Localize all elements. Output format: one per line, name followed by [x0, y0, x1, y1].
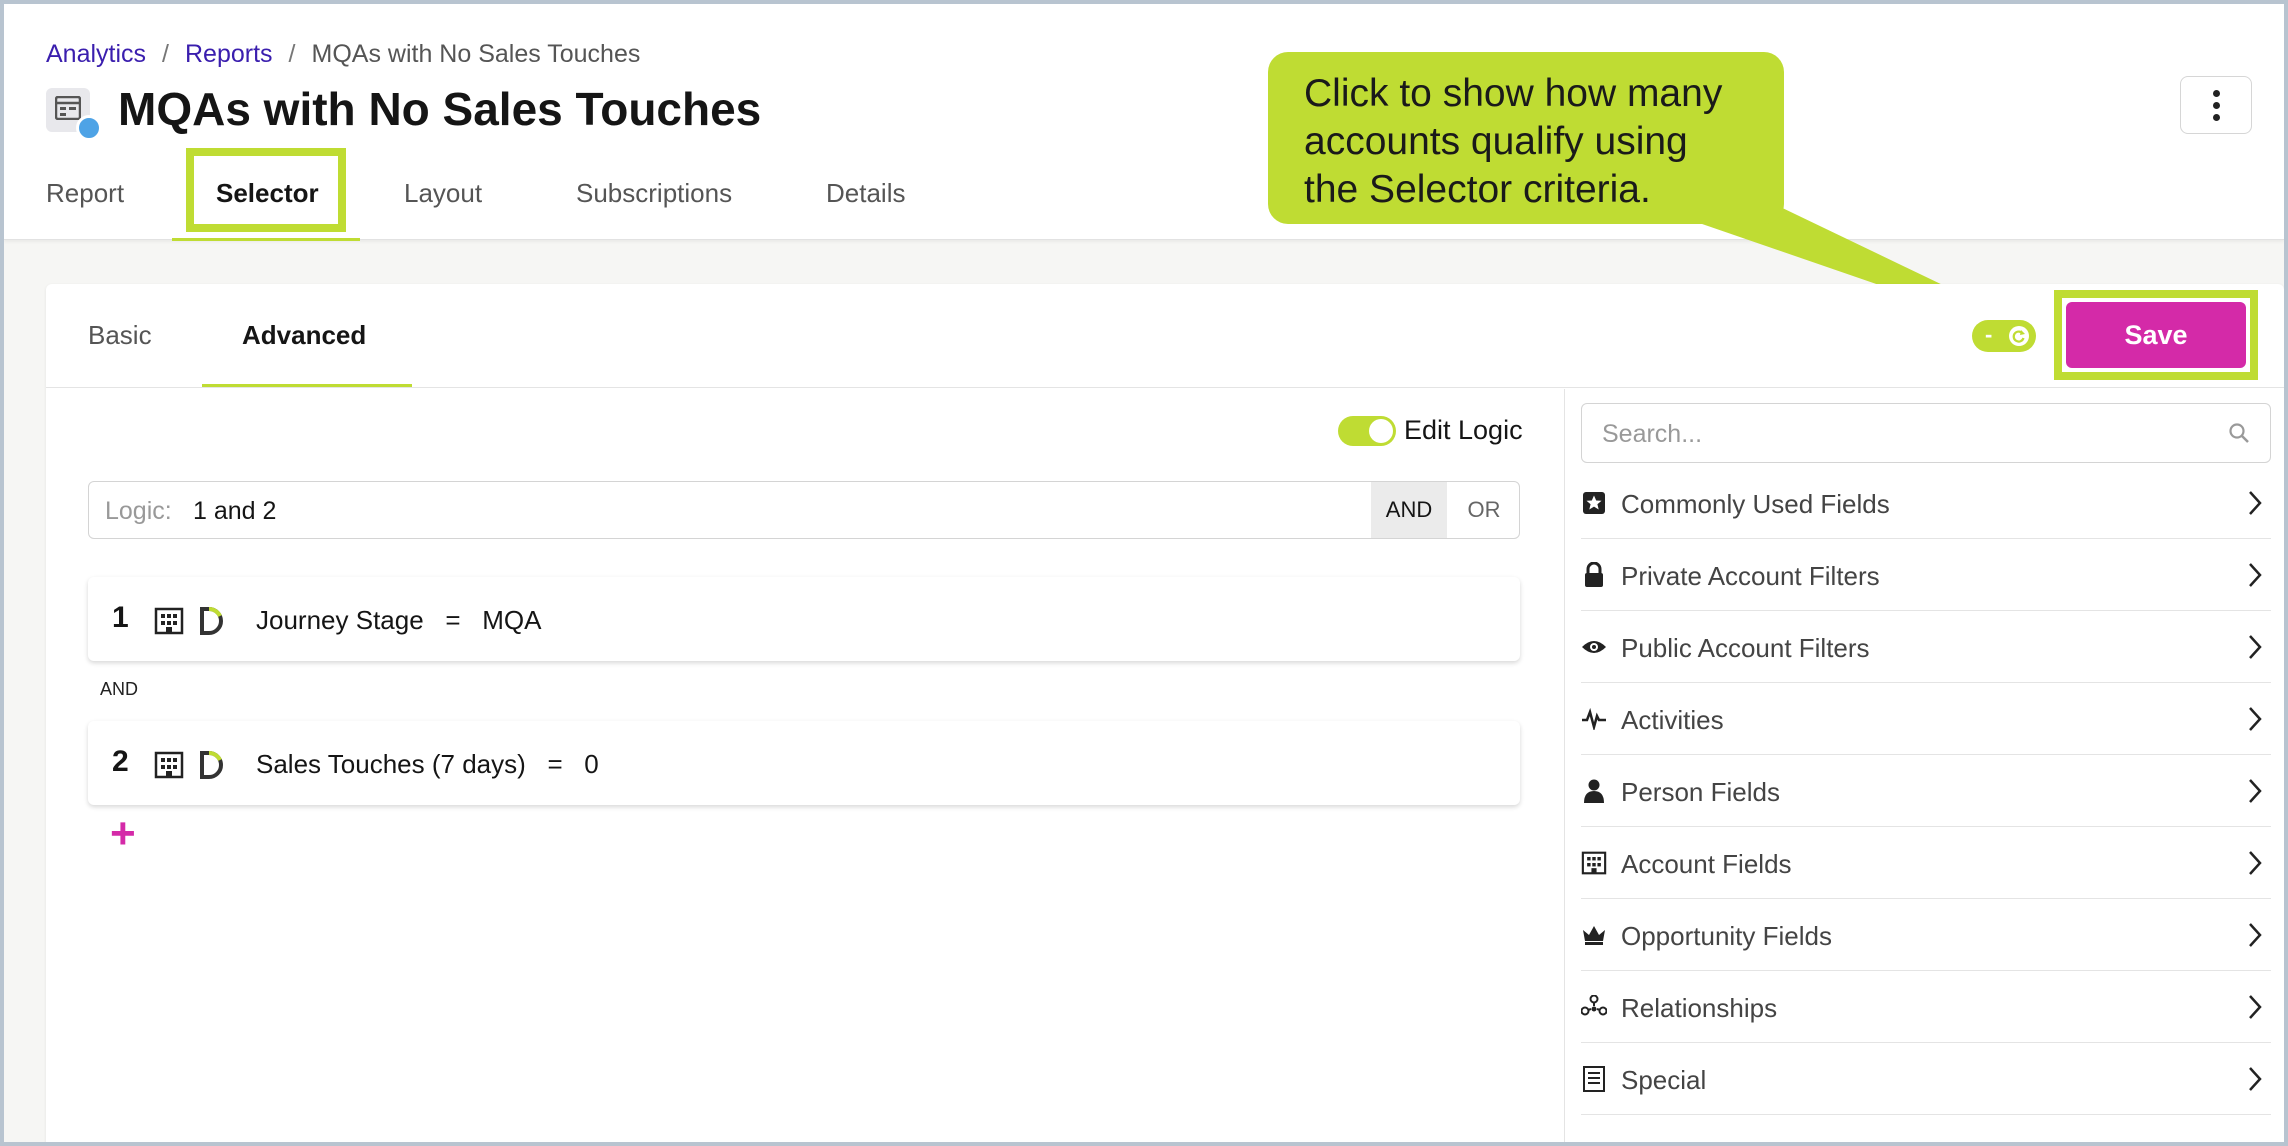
category-label: Activities	[1621, 705, 1724, 735]
eye-icon	[1581, 634, 1607, 660]
chevron-right-icon	[2249, 563, 2262, 587]
selector-card: Basic Advanced - Save Edit Logic Logic: …	[46, 284, 2284, 1142]
subtab-basic[interactable]: Basic	[88, 320, 152, 351]
category-label: Account Fields	[1621, 849, 1792, 879]
category-label: Opportunity Fields	[1621, 921, 1832, 951]
category-account-fields[interactable]: Account Fields	[1581, 827, 2271, 899]
edit-logic-label: Edit Logic	[1404, 415, 1523, 445]
category-special[interactable]: Special	[1581, 1043, 2271, 1115]
subtab-advanced[interactable]: Advanced	[242, 320, 366, 351]
chevron-right-icon	[2249, 923, 2262, 947]
switch-knob	[1369, 418, 1393, 443]
edit-logic-switch[interactable]	[1338, 415, 1396, 446]
save-button[interactable]: Save	[2066, 302, 2246, 368]
refresh-icon	[2009, 326, 2029, 346]
save-highlight: Save	[2054, 290, 2258, 380]
category-label: Special	[1621, 1065, 1707, 1095]
category-label: Commonly Used Fields	[1621, 489, 1890, 519]
active-subtab-indicator	[202, 384, 412, 387]
logic-label: Logic:	[105, 497, 172, 525]
category-commonly-used-fields[interactable]: Commonly Used Fields	[1581, 467, 2271, 539]
field-category-list: Commonly Used Fields Private Account Fil…	[1581, 467, 2271, 1115]
star-icon	[1581, 490, 1607, 516]
pulse-icon	[1581, 706, 1607, 732]
category-activities[interactable]: Activities	[1581, 683, 2271, 755]
category-opportunity-fields[interactable]: Opportunity Fields	[1581, 899, 2271, 971]
count-value: -	[1985, 322, 1993, 347]
field-panel: Search... Commonly Used Fields Private A…	[1564, 389, 2284, 1142]
data-source-icon	[200, 606, 223, 635]
category-label: Private Account Filters	[1621, 561, 1880, 591]
qualify-count-toggle[interactable]: -	[1972, 320, 2036, 352]
building-icon	[154, 607, 184, 635]
logic-field[interactable]: Logic: 1 and 2 AND OR	[88, 481, 1520, 539]
condition-text: Sales Touches (7 days) = 0	[256, 749, 599, 779]
conjunction-label: AND	[100, 679, 139, 699]
category-label: Relationships	[1621, 993, 1778, 1023]
logic-editor: Edit Logic Logic: 1 and 2 AND OR 1 Journ…	[46, 389, 1564, 1142]
data-source-icon	[200, 750, 223, 779]
chevron-right-icon	[2249, 851, 2262, 875]
building-icon	[1581, 850, 1607, 876]
search-icon	[2229, 423, 2249, 443]
category-relationships[interactable]: Relationships	[1581, 971, 2271, 1043]
lock-icon	[1581, 562, 1607, 588]
condition-number: 1	[112, 601, 129, 634]
category-public-account-filters[interactable]: Public Account Filters	[1581, 611, 2271, 683]
category-private-account-filters[interactable]: Private Account Filters	[1581, 539, 2271, 611]
chevron-right-icon	[2249, 1067, 2262, 1091]
network-icon	[1581, 994, 1607, 1020]
category-label: Person Fields	[1621, 777, 1780, 807]
condition-row[interactable]: 2 Sales Touches (7 days) = 0	[88, 721, 1520, 805]
building-icon	[154, 751, 184, 779]
chevron-right-icon	[2249, 491, 2262, 515]
search-placeholder: Search...	[1602, 420, 1703, 448]
edit-logic-toggle[interactable]: Edit Logic	[1338, 415, 1523, 446]
chevron-right-icon	[2249, 779, 2262, 803]
chevron-right-icon	[2249, 707, 2262, 731]
crown-icon	[1581, 922, 1607, 948]
chevron-right-icon	[2249, 635, 2262, 659]
field-search-input[interactable]: Search...	[1581, 403, 2271, 463]
logic-and-button[interactable]: AND	[1371, 482, 1447, 538]
condition-number: 2	[112, 745, 129, 778]
logic-input[interactable]: 1 and 2	[193, 497, 276, 526]
condition-text: Journey Stage = MQA	[256, 605, 542, 635]
logic-or-button[interactable]: OR	[1451, 482, 1517, 538]
add-condition-button[interactable]: +	[110, 809, 136, 859]
category-label: Public Account Filters	[1621, 633, 1870, 663]
list-icon	[1581, 1066, 1607, 1092]
app-frame: Analytics / Reports / MQAs with No Sales…	[4, 4, 2284, 1142]
category-person-fields[interactable]: Person Fields	[1581, 755, 2271, 827]
person-icon	[1581, 778, 1607, 804]
condition-row[interactable]: 1 Journey Stage = MQA	[88, 577, 1520, 661]
chevron-right-icon	[2249, 995, 2262, 1019]
tooltip-callout: Click to show how many accounts qualify …	[1268, 52, 1784, 224]
selector-subtabs: Basic Advanced - Save	[46, 284, 2284, 388]
